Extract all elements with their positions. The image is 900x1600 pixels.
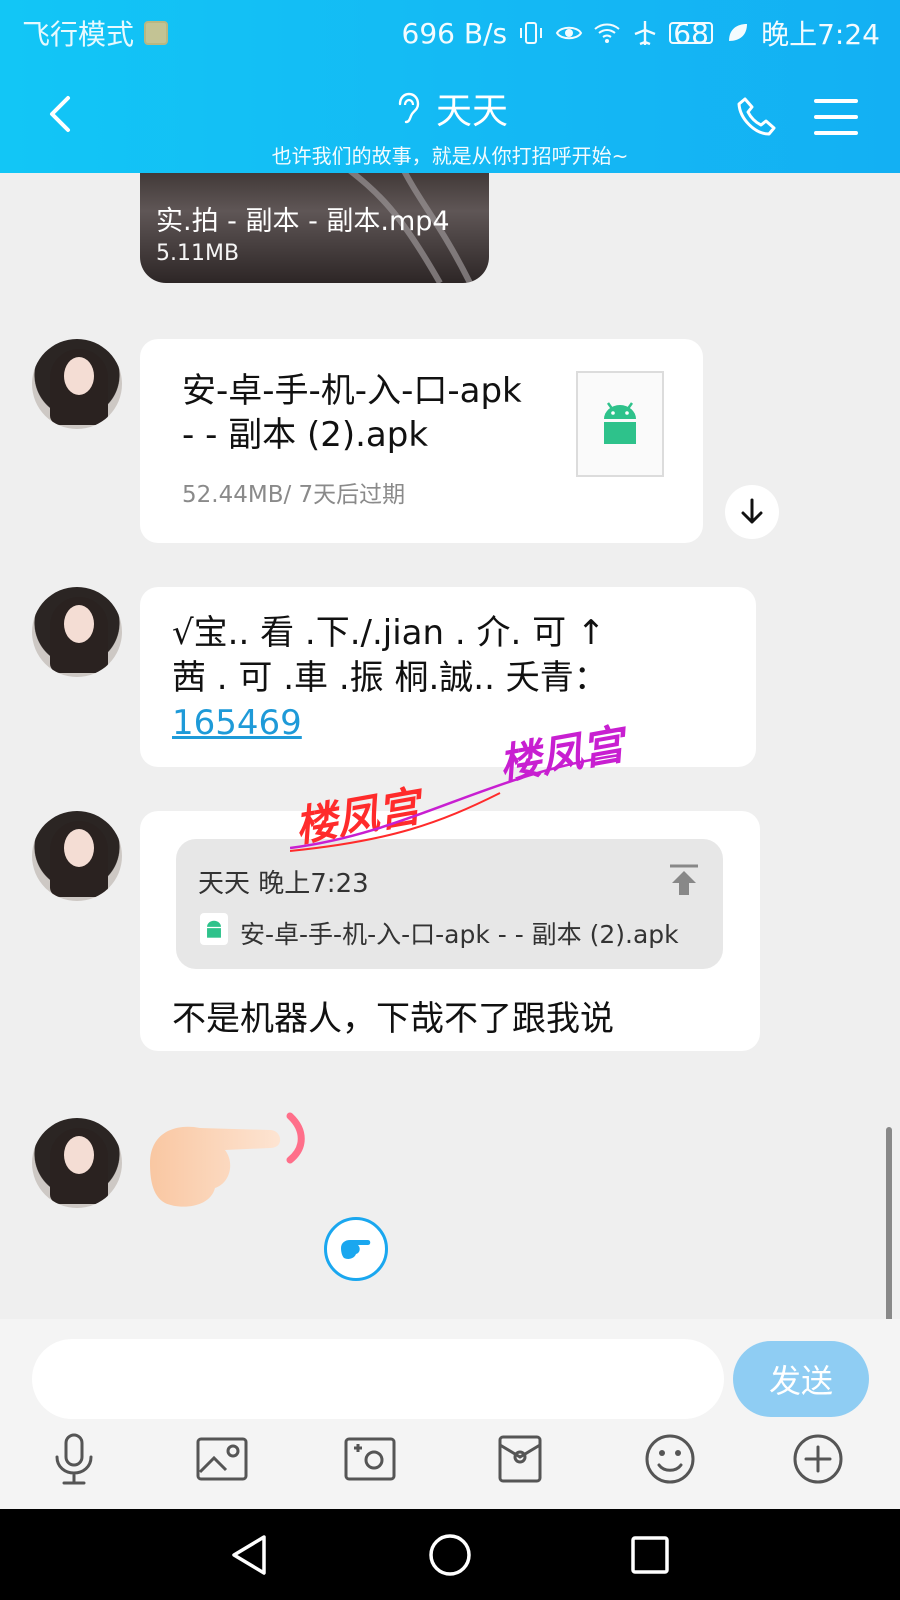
pointing-hand-sticker[interactable]: [140, 1108, 310, 1213]
download-button[interactable]: [725, 485, 779, 539]
camera-icon: [344, 1437, 396, 1481]
red-packet-icon: [498, 1435, 542, 1483]
quoted-android-icon: [200, 913, 228, 945]
hand-icon: [341, 1240, 371, 1259]
status-right: 696 B/s 68 晚上7:24: [402, 13, 880, 53]
leaf-icon: [729, 24, 748, 41]
reply-text: 不是机器人，下哉不了跟我说: [172, 999, 614, 1039]
menu-button[interactable]: [814, 97, 858, 137]
ear-icon: [398, 92, 420, 124]
message-input[interactable]: [32, 1339, 724, 1419]
jump-to-top-icon[interactable]: [668, 863, 700, 897]
wifi-icon: [594, 23, 620, 43]
emoji-button[interactable]: [640, 1429, 700, 1489]
message-list[interactable]: 实.拍 - 副本 - 副本.mp4 5.11MB 安-卓-手-机-入-口-apk…: [0, 173, 900, 1319]
text-line-2: 茜 . 可 .車 .振 桐.誠.. 夭青：: [172, 658, 608, 698]
image-icon: [196, 1437, 248, 1481]
more-button[interactable]: [788, 1429, 848, 1489]
apk-filename: 安-卓-手-机-入-口-apk - - 副本 (2).apk: [182, 369, 542, 457]
plus-circle-icon: [793, 1434, 843, 1484]
avatar-face: [64, 1136, 94, 1174]
photo-button[interactable]: [192, 1429, 252, 1489]
apk-filename-line1: 安-卓-手-机-入-口-apk: [182, 371, 522, 411]
arrow-down-icon: [741, 498, 763, 524]
clock: 晚上7:24: [761, 18, 880, 51]
apk-filename-line2: - - 副本 (2).apk: [182, 415, 429, 455]
smiley-icon: [645, 1434, 695, 1484]
chat-header: 飞行模式 696 B/s 68 晚上7:24 天天 也许我们的故事，就是从你打招…: [0, 0, 900, 173]
nav-recents-button[interactable]: [626, 1531, 674, 1579]
vibrate-icon: [520, 22, 543, 44]
battery-icon: 68: [669, 17, 714, 50]
airplane-mode-label: 飞行模式: [22, 18, 135, 51]
eye-icon: [555, 26, 583, 40]
text-line-1: √宝.. 看 .下./.jian . 介. 可 ↑: [172, 613, 606, 653]
network-speed: 696 B/s: [401, 16, 508, 50]
quoted-message[interactable]: 天天 晚上7:23 安-卓-手-机-入-口-apk - - 副本 (2).apk: [176, 839, 723, 969]
input-area: 发送: [0, 1319, 900, 1509]
voice-button[interactable]: [44, 1429, 104, 1489]
status-left: 飞行模式: [22, 13, 169, 53]
nav-back-button[interactable]: [226, 1531, 274, 1579]
android-icon: [604, 402, 636, 444]
sim-card-icon: [144, 21, 169, 45]
scrollbar[interactable]: [886, 1127, 892, 1319]
chat-title: 天天: [435, 91, 508, 132]
camera-button[interactable]: [340, 1429, 400, 1489]
replay-sticker-button[interactable]: [324, 1217, 388, 1281]
avatar-face: [64, 357, 94, 395]
send-button[interactable]: 发送: [733, 1341, 869, 1417]
avatar[interactable]: [32, 587, 122, 677]
avatar[interactable]: [32, 811, 122, 901]
input-toolbar: [0, 1429, 900, 1499]
android-file-icon: [576, 371, 664, 477]
airplane-icon: [634, 21, 656, 46]
nav-home-button[interactable]: [426, 1531, 474, 1579]
avatar-face: [64, 829, 94, 867]
avatar[interactable]: [32, 339, 122, 429]
title-row: 天天: [392, 82, 508, 134]
video-filename: 实.拍 - 副本 - 副本.mp4: [156, 206, 450, 237]
phone-call-button[interactable]: [735, 95, 779, 139]
apk-file-meta: 52.44MB/ 7天后过期: [182, 482, 406, 508]
status-bar: 飞行模式 696 B/s 68 晚上7:24: [0, 0, 900, 62]
chat-subtitle: 也许我们的故事，就是从你打招呼开始~: [271, 144, 629, 168]
video-size: 5.11MB: [156, 241, 240, 266]
red-packet-button[interactable]: [490, 1429, 550, 1489]
avatar-face: [64, 605, 94, 643]
number-link[interactable]: 165469: [172, 703, 302, 743]
microphone-icon: [55, 1433, 93, 1485]
apk-file-message[interactable]: 安-卓-手-机-入-口-apk - - 副本 (2).apk 52.44MB/ …: [140, 339, 703, 543]
quoted-filename: 安-卓-手-机-入-口-apk - - 副本 (2).apk: [240, 920, 679, 949]
video-message[interactable]: 实.拍 - 副本 - 副本.mp4 5.11MB: [140, 173, 489, 283]
watermark-swoosh: [290, 753, 621, 852]
text-message-body: √宝.. 看 .下./.jian . 介. 可 ↑ 茜 . 可 .車 .振 桐.…: [172, 611, 732, 746]
avatar[interactable]: [32, 1118, 122, 1208]
quoted-sender-time: 天天 晚上7:23: [198, 869, 369, 899]
system-navigation-bar: [0, 1509, 900, 1600]
